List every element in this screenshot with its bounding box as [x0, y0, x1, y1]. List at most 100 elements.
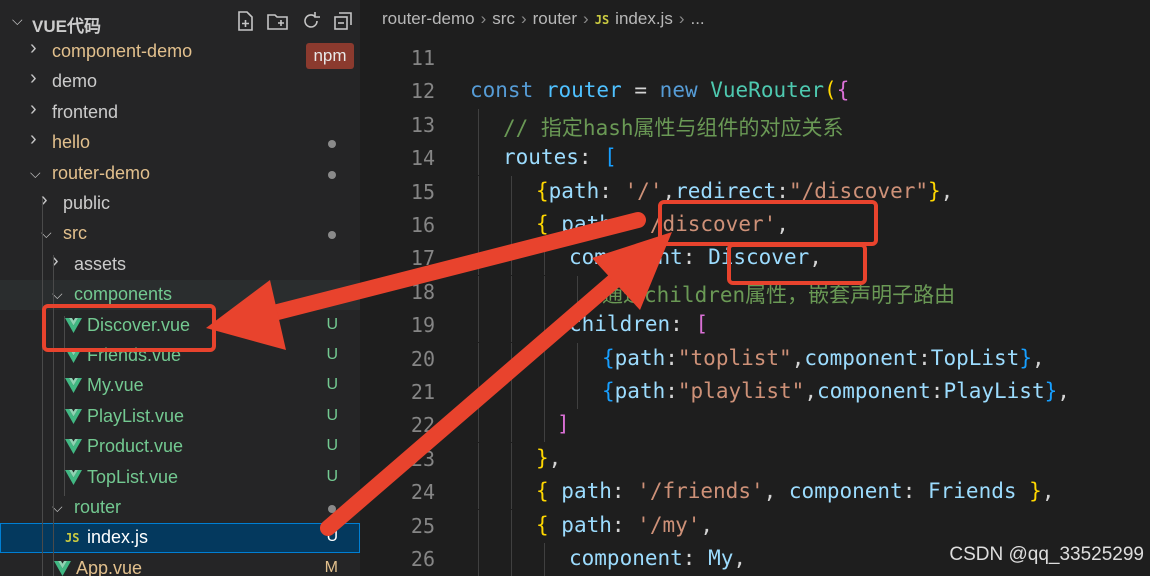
- git-status-badge: U: [326, 315, 338, 333]
- indent-guide: [544, 409, 545, 443]
- collapse-all-icon[interactable]: [332, 10, 354, 32]
- indent-guide: [511, 309, 512, 343]
- chevron-right-icon: ›: [520, 9, 527, 28]
- breadcrumb-file[interactable]: index.js: [615, 9, 673, 28]
- chevron-right-icon[interactable]: ›: [30, 98, 37, 121]
- explorer-sidebar: ⌵ VUE代码 npm › component-demo › demo › fronten…: [0, 0, 360, 576]
- indent-guide: [478, 509, 479, 543]
- vue-file-icon: [54, 560, 71, 576]
- indent-guide: [511, 543, 512, 576]
- modified-dot-icon: [328, 140, 336, 149]
- indent-guide: [511, 442, 512, 476]
- code-line[interactable]: 23},: [360, 442, 1150, 476]
- tree-folder[interactable]: ⌵ src: [0, 219, 360, 249]
- code-text: routes: [: [503, 145, 617, 170]
- tree-file[interactable]: Discover.vue U: [0, 311, 360, 341]
- git-status-badge: M: [324, 558, 338, 576]
- git-status-badge: U: [326, 376, 338, 394]
- tree-file[interactable]: Friends.vue U: [0, 341, 360, 371]
- tree-folder[interactable]: ⌵ router-demo: [0, 159, 360, 189]
- breadcrumb-item[interactable]: router: [533, 9, 577, 28]
- chevron-right-icon[interactable]: ›: [30, 37, 37, 60]
- tree-file[interactable]: Product.vue U: [0, 432, 360, 462]
- new-folder-icon[interactable]: [266, 10, 290, 32]
- tree-folder[interactable]: ⌵ components: [0, 280, 360, 311]
- code-text: },: [536, 445, 562, 470]
- line-number: 11: [410, 46, 435, 70]
- indent-guide: [478, 275, 479, 309]
- indent-guide: [577, 275, 578, 309]
- code-line[interactable]: 13 // 指定hash属性与组件的对应关系: [360, 108, 1150, 142]
- line-number: 13: [410, 112, 435, 137]
- new-file-icon[interactable]: [234, 10, 256, 32]
- indent-guide: [478, 309, 479, 343]
- line-number: 15: [410, 179, 435, 204]
- code-line[interactable]: 24 { path: '/friends', component: Friends…: [360, 476, 1150, 510]
- tree-item-label: index.js: [87, 527, 149, 548]
- chevron-down-icon[interactable]: ⌵: [12, 12, 23, 29]
- tree-item-label: Product.vue: [87, 436, 184, 457]
- breadcrumb-tail[interactable]: ...: [690, 9, 704, 28]
- breadcrumb-item[interactable]: src: [492, 9, 515, 28]
- tree-file[interactable]: PlayList.vue U: [0, 402, 360, 432]
- breadcrumb-item[interactable]: router-demo: [382, 9, 475, 28]
- indent-guide: [577, 376, 578, 409]
- explorer-header[interactable]: ⌵ VUE代码: [0, 6, 360, 36]
- code-line[interactable]: 16 { path: '/discover',: [360, 209, 1150, 242]
- tree-file[interactable]: JS index.js U: [0, 523, 360, 554]
- tree-folder[interactable]: › demo: [0, 67, 360, 97]
- tree-item-label: router: [74, 497, 122, 517]
- code-line[interactable]: 25 { path: '/my',: [360, 509, 1150, 543]
- tree-folder[interactable]: ⌵ router: [0, 493, 360, 523]
- code-line[interactable]: 17 component: Discover,: [360, 242, 1150, 276]
- indent-guide: [478, 543, 479, 576]
- chevron-right-icon: ›: [678, 9, 685, 28]
- indent-guide: [544, 275, 545, 309]
- git-status-badge: U: [326, 437, 338, 455]
- code-text: { path: '/discover',: [536, 212, 789, 236]
- indent-guide: [511, 242, 512, 276]
- code-line[interactable]: 20 {path:"toplist",component:TopList},: [360, 342, 1150, 376]
- indent-guide: [478, 476, 479, 510]
- line-number: 17: [410, 246, 435, 271]
- tree-folder[interactable]: › component-demo: [0, 37, 360, 67]
- code-line[interactable]: 18 通过children属性，嵌套声明子路由: [360, 275, 1150, 309]
- tree-file[interactable]: App.vue M: [0, 554, 360, 576]
- refresh-icon[interactable]: [300, 10, 322, 32]
- tree-folder[interactable]: › public: [0, 189, 360, 219]
- chevron-down-icon[interactable]: ⌵: [30, 165, 41, 182]
- code-line[interactable]: 19 children: [: [360, 309, 1150, 343]
- code-text: const router = new VueRouter({: [470, 78, 850, 103]
- code-text: {path:"playlist",component:PlayList},: [602, 379, 1070, 403]
- line-number: 25: [410, 513, 435, 538]
- tree-item-label: router-demo: [52, 162, 151, 183]
- chevron-right-icon[interactable]: ›: [30, 128, 37, 151]
- modified-dot-icon: [328, 505, 336, 513]
- tree-item-label: My.vue: [87, 375, 144, 396]
- tree-file[interactable]: TopList.vue U: [0, 463, 360, 493]
- chevron-right-icon: ›: [480, 9, 487, 28]
- indent-guide: [478, 409, 479, 443]
- code-line[interactable]: 15 {path: '/',redirect:"/discover"},: [360, 175, 1150, 209]
- code-line[interactable]: 21 {path:"playlist",component:PlayList},: [360, 376, 1150, 409]
- code-editor[interactable]: router-demo › src › router › JS index.js ›... 11…: [360, 0, 1150, 576]
- tree-file[interactable]: My.vue U: [0, 371, 360, 401]
- indent-guide: [478, 175, 479, 209]
- tree-folder[interactable]: › frontend: [0, 98, 360, 128]
- tree-folder[interactable]: › assets: [0, 250, 360, 280]
- code-line[interactable]: 22]: [360, 409, 1150, 443]
- code-text: { path: '/friends', component: Friends }…: [536, 479, 1055, 504]
- tree-item-label: public: [63, 193, 111, 213]
- code-line[interactable]: 14 routes: [: [360, 142, 1150, 176]
- breadcrumb: router-demo › src › router › JS index.js ›...: [382, 9, 705, 29]
- indent-guide: [478, 108, 479, 142]
- explorer-actions: [234, 10, 354, 32]
- line-number: 12: [410, 79, 435, 104]
- tree-folder[interactable]: › hello: [0, 128, 360, 158]
- code-line[interactable]: 12 const router = new VueRouter({: [360, 75, 1150, 108]
- chevron-right-icon[interactable]: ›: [30, 67, 37, 90]
- tree-item-label: demo: [52, 71, 98, 92]
- code-line[interactable]: 11: [360, 42, 1150, 75]
- indent-guide: [511, 209, 512, 242]
- indent-guide: [544, 376, 545, 409]
